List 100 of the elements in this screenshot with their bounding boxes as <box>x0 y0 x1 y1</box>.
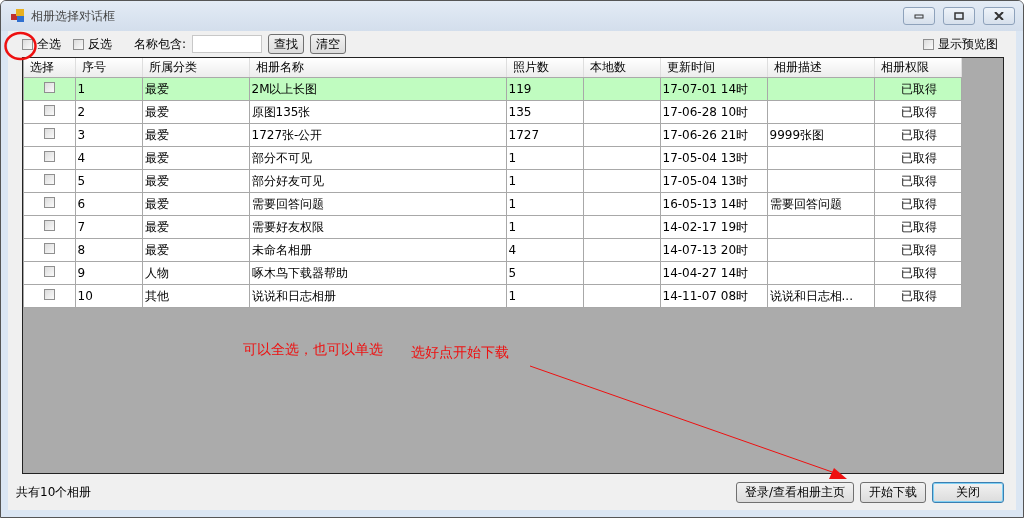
table-cell: 6 <box>77 197 86 211</box>
table-cell: 14-11-07 08时 <box>662 288 749 303</box>
dialog-button[interactable]: 开始下载 <box>860 481 926 503</box>
table-row[interactable]: 2 最爱 原图135张 135 17-06-28 10时 已取得 <box>23 100 961 124</box>
table-cell: 17-05-04 13时 <box>662 173 749 188</box>
table-cell: 17-07-01 14时 <box>662 81 749 96</box>
table-cell: 已取得 <box>900 81 937 96</box>
table-cell: 最爱 <box>144 196 169 211</box>
table-cell: 已取得 <box>900 196 937 211</box>
minimize-icon <box>914 13 924 19</box>
column-header[interactable]: 相册描述 <box>767 58 874 78</box>
row-checkbox[interactable] <box>43 174 55 185</box>
table-row[interactable]: 4 最爱 部分不可见 1 17-05-04 13时 已取得 <box>23 146 961 170</box>
column-header[interactable]: 所属分类 <box>142 58 249 78</box>
table-cell: 2 <box>77 105 86 119</box>
checkbox[interactable] <box>923 38 934 50</box>
table-cell: 2M以上长图 <box>251 81 318 96</box>
table-cell: 已取得 <box>900 242 937 257</box>
table-cell: 14-02-17 19时 <box>662 219 749 234</box>
table-cell: 14-07-13 20时 <box>662 242 749 257</box>
table-cell: 其他 <box>144 288 169 303</box>
table-cell: 最爱 <box>144 104 169 119</box>
minimize-button[interactable] <box>903 7 935 25</box>
table-cell: 4 <box>508 243 517 257</box>
table-cell: 部分不可见 <box>251 150 312 165</box>
table-cell: 5 <box>77 174 86 188</box>
table-row[interactable]: 3 最爱 1727张-公开 1727 17-06-26 21时 9999张图 已取得 <box>23 123 961 147</box>
row-checkbox[interactable] <box>43 151 55 162</box>
column-header[interactable]: 序号 <box>75 58 142 78</box>
table-cell: 未命名相册 <box>251 242 312 257</box>
table-cell: 10 <box>77 289 93 303</box>
table-cell: 1727张-公开 <box>251 127 323 142</box>
row-checkbox[interactable] <box>43 266 55 277</box>
table-cell: 已取得 <box>900 104 937 119</box>
table-cell: 8 <box>77 243 86 257</box>
table-cell: 最爱 <box>144 219 169 234</box>
table-cell: 1 <box>508 220 517 234</box>
row-checkbox[interactable] <box>43 197 55 208</box>
table-cell: 17-06-26 21时 <box>662 127 749 142</box>
table-cell: 最爱 <box>144 127 169 142</box>
table-row[interactable]: 8 最爱 未命名相册 4 14-07-13 20时 已取得 <box>23 238 961 262</box>
table-cell: 最爱 <box>144 242 169 257</box>
dialog-button[interactable]: 关闭 <box>932 481 1004 503</box>
table-cell: 已取得 <box>900 150 937 165</box>
checkbox[interactable] <box>73 38 84 50</box>
status-text: 共有10个相册 <box>16 483 92 501</box>
table-cell: 说说和日志相... <box>769 288 853 303</box>
table-cell: 啄木鸟下载器帮助 <box>251 265 348 280</box>
table-cell: 需要回答问题 <box>769 196 842 211</box>
table-row[interactable]: 1 最爱 2M以上长图 119 17-07-01 14时 已取得 <box>23 77 961 101</box>
column-header[interactable]: 相册名称 <box>249 58 506 78</box>
checkbox[interactable] <box>22 38 33 50</box>
dialog-button[interactable]: 登录/查看相册主页 <box>735 481 854 503</box>
table-cell: 17-06-28 10时 <box>662 104 749 119</box>
filter-label: 名称包含: <box>134 35 187 53</box>
table-cell: 已取得 <box>900 265 937 280</box>
table-cell: 1 <box>77 82 86 96</box>
table-cell: 部分好友可见 <box>251 173 324 188</box>
row-checkbox[interactable] <box>43 220 55 231</box>
maximize-button[interactable] <box>943 7 975 25</box>
checkbox-label: 全选 <box>37 35 61 53</box>
table-cell: 最爱 <box>144 150 169 165</box>
table-row[interactable]: 10 其他 说说和日志相册 1 14-11-07 08时 说说和日志相... 已取得 <box>23 284 961 308</box>
table-cell: 1 <box>508 197 517 211</box>
toolbar-button[interactable]: 查找 <box>268 34 305 54</box>
column-header[interactable]: 照片数 <box>506 58 583 78</box>
table-cell: 9 <box>77 266 86 280</box>
table-cell: 已取得 <box>900 288 937 303</box>
column-header[interactable]: 选择 <box>23 58 75 78</box>
table-row[interactable]: 6 最爱 需要回答问题 1 16-05-13 14时 需要回答问题 已取得 <box>23 192 961 216</box>
table-cell: 119 <box>508 82 532 96</box>
row-checkbox[interactable] <box>43 289 55 300</box>
table-cell: 最爱 <box>144 173 169 188</box>
close-button[interactable] <box>983 7 1015 25</box>
window-title: 相册选择对话框 <box>31 7 115 25</box>
annotation-ellipse <box>4 31 37 61</box>
column-header[interactable]: 相册权限 <box>874 58 961 78</box>
annotation-text: 可以全选，也可以单选 <box>243 341 383 359</box>
column-header[interactable]: 更新时间 <box>660 58 767 78</box>
table-row[interactable]: 7 最爱 需要好友权限 1 14-02-17 19时 已取得 <box>23 215 961 239</box>
row-checkbox[interactable] <box>43 128 55 139</box>
toolbar-button[interactable]: 清空 <box>310 34 347 54</box>
row-checkbox[interactable] <box>43 243 55 254</box>
table-cell: 1 <box>508 151 517 165</box>
table-cell: 已取得 <box>900 127 937 142</box>
row-checkbox[interactable] <box>43 82 55 93</box>
close-icon <box>994 12 1004 20</box>
table-row[interactable]: 9 人物 啄木鸟下载器帮助 5 14-04-27 14时 已取得 <box>23 261 961 285</box>
table-cell: 4 <box>77 151 86 165</box>
column-header[interactable]: 本地数 <box>583 58 660 78</box>
table-cell: 3 <box>77 128 86 142</box>
table-cell: 人物 <box>144 265 169 280</box>
table-cell: 135 <box>508 105 532 119</box>
table-cell: 1 <box>508 289 517 303</box>
table-cell: 16-05-13 14时 <box>662 196 749 211</box>
row-checkbox[interactable] <box>43 105 55 116</box>
table-cell: 5 <box>508 266 517 280</box>
table-row[interactable]: 5 最爱 部分好友可见 1 17-05-04 13时 已取得 <box>23 169 961 193</box>
name-filter-field[interactable] <box>192 35 263 53</box>
table-cell: 需要回答问题 <box>251 196 324 211</box>
